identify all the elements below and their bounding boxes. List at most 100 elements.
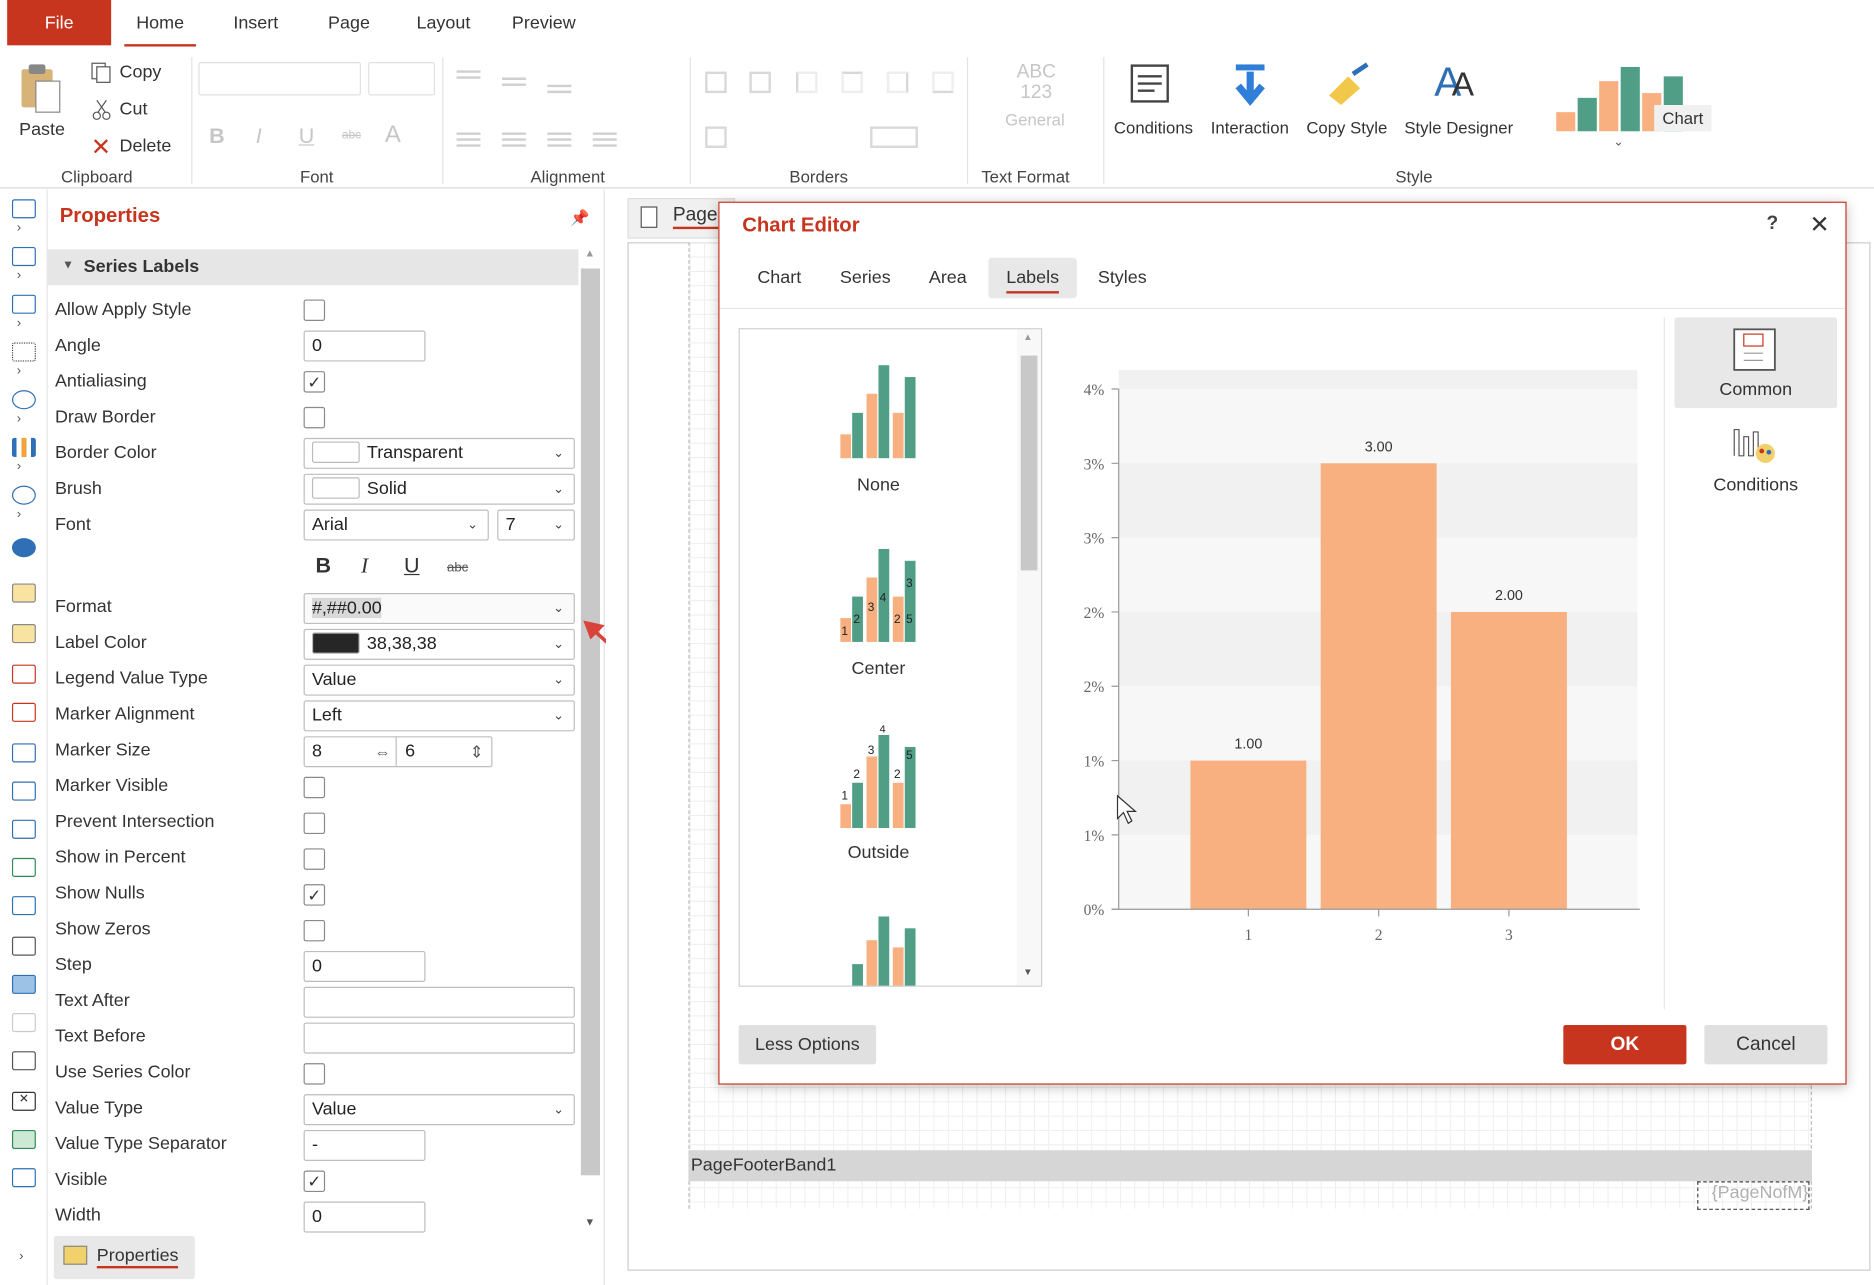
font-color-icon[interactable]: A	[385, 122, 401, 149]
chevron-right-icon[interactable]: ›	[17, 412, 21, 426]
italic-toggle[interactable]: I	[361, 554, 368, 579]
show-zeros-checkbox[interactable]	[303, 919, 326, 942]
text-after-input[interactable]	[303, 986, 575, 1018]
border-color-select[interactable]: Transparent ⌄	[303, 437, 575, 469]
image-icon[interactable]	[11, 974, 36, 994]
border-style-select[interactable]	[870, 126, 918, 148]
border-settings-icon[interactable]	[705, 126, 727, 148]
border-right-icon[interactable]	[886, 71, 909, 94]
border-left-icon[interactable]	[796, 71, 818, 94]
position-none-item[interactable]	[840, 365, 916, 466]
ok-button[interactable]: OK	[1563, 1024, 1687, 1065]
tab-chart[interactable]: Chart	[746, 258, 813, 299]
chevron-right-icon[interactable]: ›	[17, 316, 21, 330]
tab-page[interactable]: Page	[318, 0, 380, 45]
page-footer-band[interactable]: PageFooterBand1	[688, 1150, 1812, 1182]
prevent-intersection-checkbox[interactable]	[303, 812, 326, 835]
border-all-icon[interactable]	[705, 71, 727, 94]
zipcode-icon[interactable]	[11, 1129, 36, 1150]
properties-tab[interactable]: Properties	[53, 1236, 195, 1280]
show-in-percent-checkbox[interactable]	[303, 848, 326, 870]
properties-scrollbar[interactable]: ▲ ▼	[580, 247, 600, 1235]
chevron-down-icon[interactable]: ⌄	[1614, 136, 1624, 149]
underline-icon[interactable]: U	[299, 124, 315, 149]
visible-checkbox[interactable]: ✓	[303, 1170, 326, 1193]
barcode-icon[interactable]	[11, 342, 36, 362]
chevron-right-icon[interactable]: ›	[17, 221, 21, 235]
list-scrollbar-thumb[interactable]	[1020, 355, 1038, 571]
show-nulls-checkbox[interactable]: ✓	[303, 884, 326, 906]
text-format-button[interactable]: ABC 123	[1011, 62, 1061, 103]
close-icon[interactable]: ✕	[1810, 210, 1830, 240]
rich-text-icon[interactable]	[11, 664, 36, 684]
tab-series[interactable]: Series	[829, 258, 901, 299]
expand-toolbox-icon[interactable]: ›	[19, 1249, 23, 1263]
step-input[interactable]: 0	[303, 950, 426, 983]
format-select[interactable]: #,##0.00 ⌄	[303, 593, 575, 625]
font-family-select[interactable]: Arial ⌄	[303, 509, 489, 541]
tab-labels[interactable]: Labels	[988, 257, 1077, 299]
tab-insert[interactable]: Insert	[222, 0, 289, 45]
map-icon[interactable]	[11, 538, 36, 558]
font-size-select[interactable]	[368, 62, 436, 96]
tab-preview[interactable]: Preview	[504, 0, 583, 45]
help-icon[interactable]: ?	[1767, 214, 1779, 235]
legend-value-type-select[interactable]: Value ⌄	[303, 664, 575, 696]
draw-border-checkbox[interactable]	[303, 406, 326, 429]
section-header[interactable]: ▼ Series Labels	[47, 249, 579, 286]
checkbox-icon[interactable]: ✕	[11, 1091, 36, 1111]
pin-icon[interactable]: 📌	[570, 209, 589, 228]
interaction-button[interactable]	[1231, 62, 1274, 116]
border-bottom-icon[interactable]	[932, 71, 954, 94]
paste-button[interactable]	[17, 62, 67, 120]
cross-tab-icon[interactable]	[11, 857, 36, 878]
less-options-button[interactable]: Less Options	[738, 1024, 877, 1065]
position-more-item[interactable]	[840, 916, 916, 986]
tab-layout[interactable]: Layout	[406, 0, 480, 45]
position-center-item[interactable]: 1234253	[840, 548, 916, 650]
band-icon[interactable]	[11, 199, 36, 219]
cross-table-icon[interactable]	[11, 1168, 36, 1188]
scroll-up-icon[interactable]: ▲	[584, 247, 595, 259]
angle-input[interactable]: 0	[303, 330, 426, 362]
delete-button[interactable]: ✕ Delete	[91, 135, 187, 162]
scroll-down-icon[interactable]: ▼	[1023, 966, 1032, 977]
text-in-cells-icon[interactable]	[11, 624, 36, 644]
scroll-down-icon[interactable]: ▼	[584, 1216, 595, 1228]
value-type-separator-input[interactable]: -	[303, 1129, 426, 1161]
panel-icon[interactable]	[11, 743, 36, 763]
conditions-button[interactable]	[1128, 62, 1176, 116]
tab-home[interactable]: Home	[124, 0, 197, 47]
brush-select[interactable]: Solid ⌄	[303, 473, 575, 505]
marker-visible-checkbox[interactable]	[303, 776, 326, 799]
border-none-icon[interactable]	[749, 71, 771, 94]
position-outside-item[interactable]: 123425	[840, 724, 916, 834]
strikethrough-icon[interactable]: abc	[342, 129, 361, 142]
tab-area[interactable]: Area	[918, 258, 978, 299]
table-icon[interactable]	[11, 819, 36, 839]
components-icon[interactable]	[11, 294, 36, 314]
italic-icon[interactable]: I	[256, 124, 262, 149]
chevron-right-icon[interactable]: ›	[17, 507, 21, 521]
sub-report-icon[interactable]	[11, 896, 36, 916]
strikethrough-toggle[interactable]: abc	[447, 561, 468, 575]
alignment-buttons[interactable]	[454, 64, 681, 171]
cut-button[interactable]: Cut	[91, 99, 187, 125]
antialiasing-checkbox[interactable]: ✓	[303, 371, 326, 393]
allow-apply-style-checkbox[interactable]	[303, 299, 326, 321]
marker-alignment-select[interactable]: Left ⌄	[303, 700, 575, 732]
label-color-select[interactable]: 38,38,38 ⌄	[303, 628, 575, 660]
value-type-select[interactable]: Value ⌄	[303, 1094, 575, 1126]
width-input[interactable]: 0	[303, 1201, 426, 1233]
scrollbar-thumb[interactable]	[580, 268, 600, 1176]
tab-styles[interactable]: Styles	[1088, 258, 1157, 299]
paste-label[interactable]: Paste	[19, 119, 65, 139]
list-scrollbar[interactable]: ▲ ▼	[1017, 329, 1042, 986]
page-n-of-m-text[interactable]: {PageNofM}	[1697, 1181, 1810, 1210]
html-text-icon[interactable]	[11, 702, 36, 722]
scroll-up-icon[interactable]: ▲	[1023, 332, 1032, 343]
font-size-select[interactable]: 7 ⌄	[497, 509, 575, 541]
cross-band-icon[interactable]	[11, 246, 36, 267]
style-designer-icon[interactable]: AA	[1434, 60, 1474, 107]
marker-size-input[interactable]: 8 ⇔ 6 ⇕	[303, 736, 493, 768]
